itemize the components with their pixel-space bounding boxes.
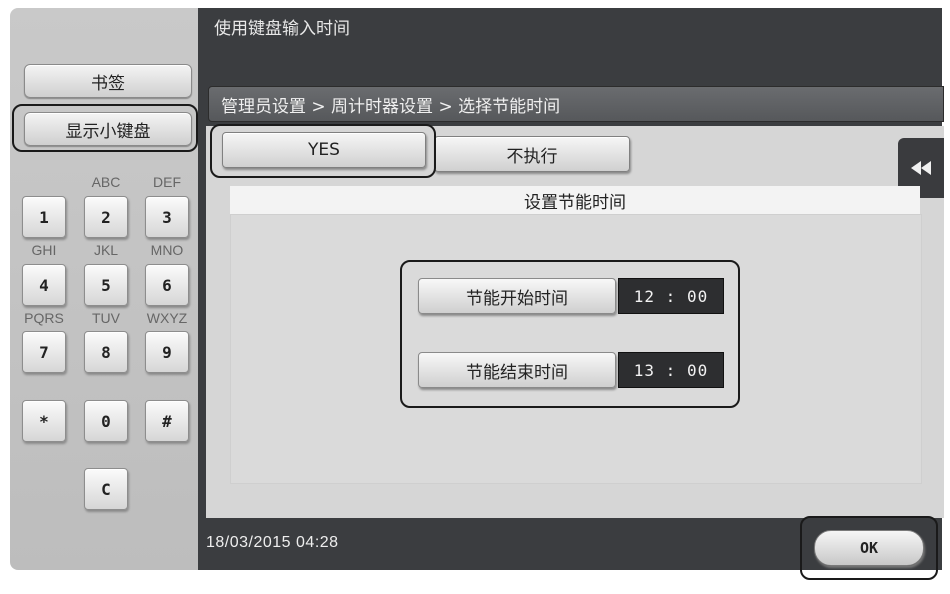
no-execute-button[interactable]: 不执行 [434, 136, 630, 172]
status-datetime: 18/03/2015 04:28 [206, 534, 339, 551]
bookmark-button[interactable]: 书签 [24, 64, 192, 98]
key-0[interactable]: 0 [84, 400, 128, 442]
key-3[interactable]: 3 [145, 196, 189, 238]
panel-title: 设置节能时间 [524, 192, 626, 213]
key-9-letters: WXYZ [146, 310, 188, 326]
key-clear[interactable]: C [84, 468, 128, 510]
panel-header: 设置节能时间 [230, 186, 920, 214]
key-3-letters: DEF [153, 174, 181, 190]
highlight-ring-yes [210, 124, 436, 178]
key-6[interactable]: 6 [145, 264, 189, 306]
key-7-letters: PQRS [24, 310, 64, 326]
key-hash[interactable]: # [145, 400, 189, 442]
key-4-letters: GHI [31, 242, 57, 258]
key-2[interactable]: 2 [84, 196, 128, 238]
key-8[interactable]: 8 [84, 331, 128, 373]
breadcrumb-text: 管理员设置 > 周计时器设置 > 选择节能时间 [221, 96, 561, 117]
key-1[interactable]: 1 [22, 196, 66, 238]
window-title: 使用键盘输入时间 [214, 19, 350, 39]
highlight-ring-keypad [12, 104, 198, 152]
key-2-letters: ABC [91, 174, 121, 190]
key-4[interactable]: 4 [22, 264, 66, 306]
key-6-letters: MNO [150, 242, 184, 258]
key-9[interactable]: 9 [145, 331, 189, 373]
key-7[interactable]: 7 [22, 331, 66, 373]
highlight-ring-times [400, 260, 740, 408]
key-5[interactable]: 5 [84, 264, 128, 306]
key-star[interactable]: * [22, 400, 66, 442]
breadcrumb: 管理员设置 > 周计时器设置 > 选择节能时间 [208, 86, 944, 122]
key-8-letters: TUV [92, 310, 120, 326]
key-5-letters: JKL [93, 242, 119, 258]
highlight-ring-ok [800, 516, 938, 580]
double-chevron-left-icon-svg [911, 161, 931, 175]
